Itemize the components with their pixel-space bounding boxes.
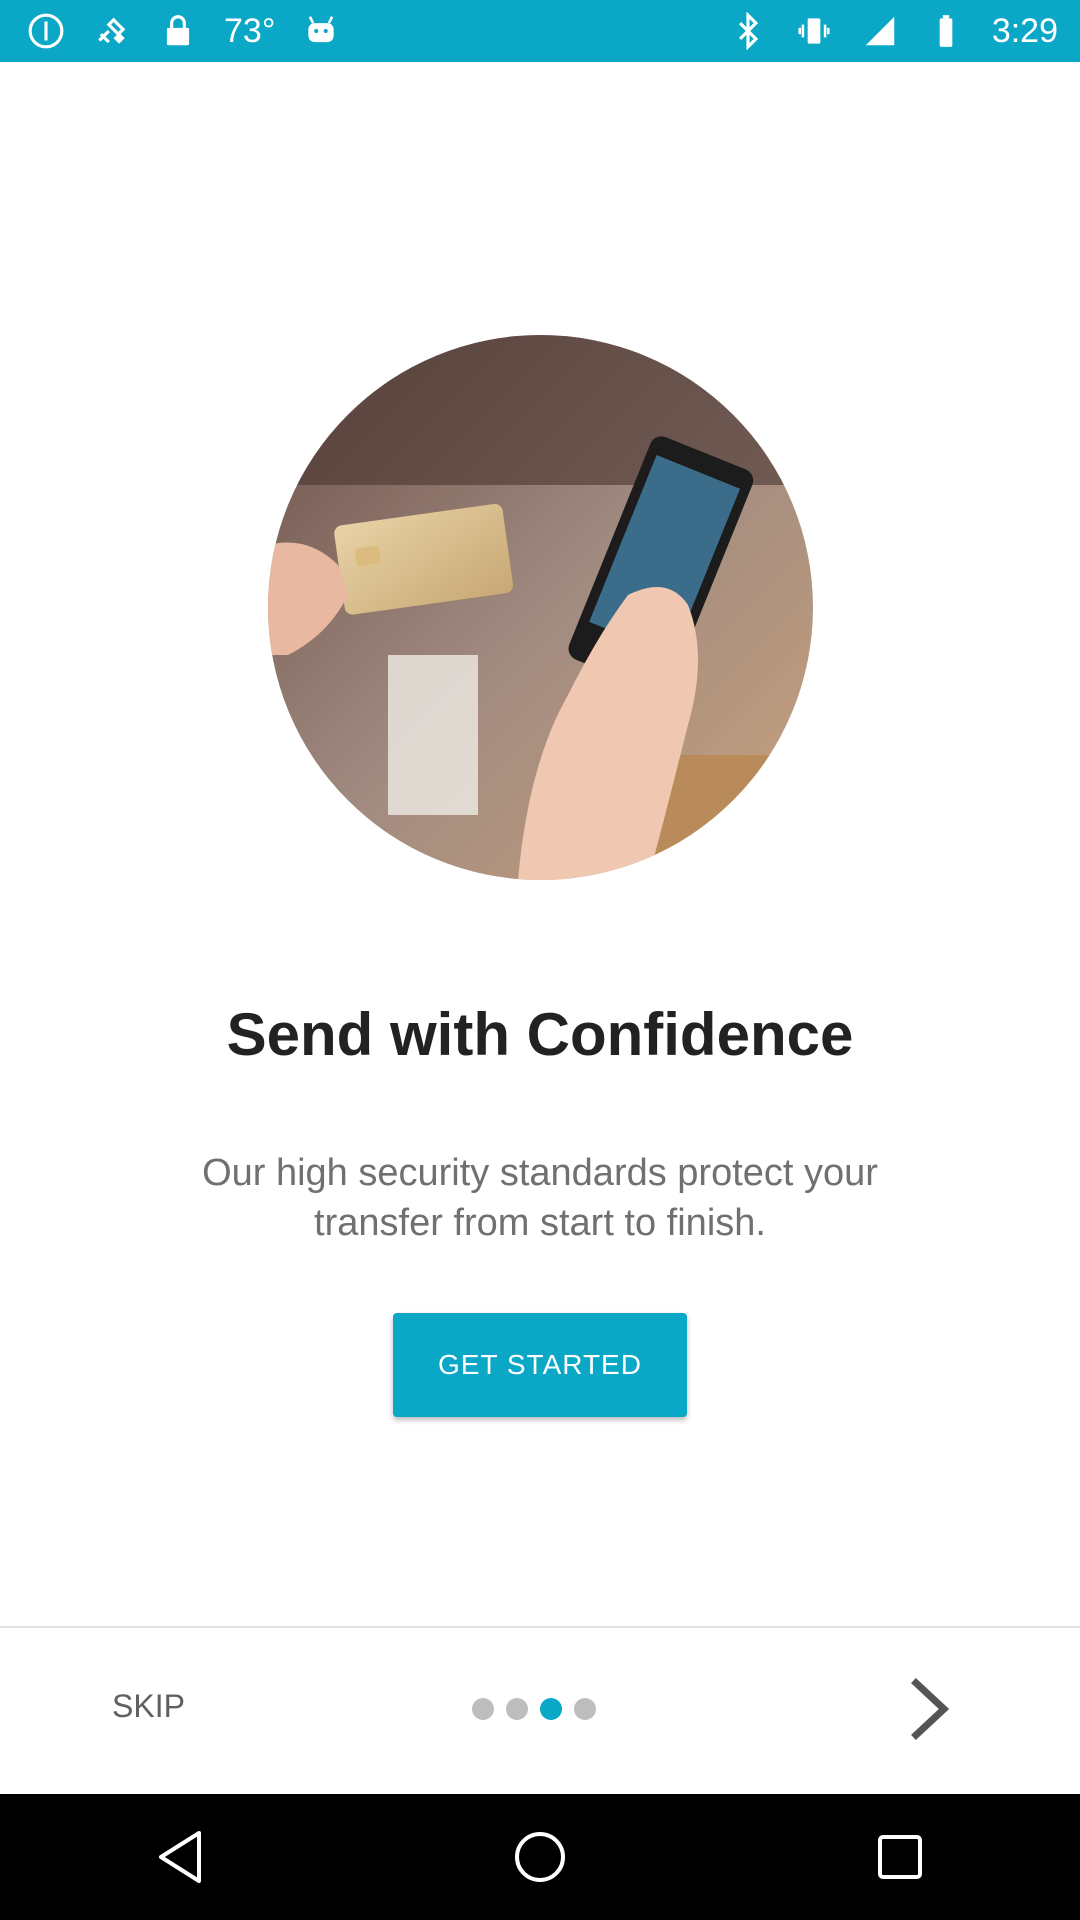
page-subtitle: Our high security standards protect your…: [202, 1152, 878, 1244]
page-dot-3[interactable]: [540, 1698, 562, 1720]
page-dot-4[interactable]: [574, 1698, 596, 1720]
signal-icon: [860, 11, 900, 51]
status-left: 73°: [26, 11, 341, 51]
chevron-right-icon: [908, 1677, 952, 1744]
status-bar: 73° 3:29: [0, 0, 1080, 62]
temperature-text: 73°: [224, 11, 276, 50]
page-dot-2[interactable]: [506, 1698, 528, 1720]
home-icon[interactable]: [500, 1817, 580, 1897]
info-icon: [26, 11, 66, 51]
clock-text: 3:29: [991, 11, 1058, 50]
lock-icon: [158, 11, 198, 51]
satellite-icon: [92, 11, 132, 51]
skip-button[interactable]: SKIP: [112, 1688, 185, 1725]
page-indicator: [472, 1698, 596, 1720]
battery-icon: [926, 11, 966, 51]
next-button[interactable]: [900, 1675, 960, 1745]
navigation-bar: [0, 1794, 1080, 1920]
page-title: Send with Confidence: [226, 1001, 854, 1068]
page-dot-1[interactable]: [472, 1698, 494, 1720]
vibrate-icon: [794, 11, 834, 51]
bluetooth-icon: [728, 11, 768, 51]
bottom-divider: [0, 1626, 1080, 1628]
back-icon[interactable]: [140, 1817, 220, 1897]
android-icon: [301, 11, 341, 51]
get-started-button[interactable]: GET STARTED: [393, 1313, 687, 1417]
recents-icon[interactable]: [860, 1817, 940, 1897]
hero-image: [268, 335, 813, 880]
status-right: 3:29: [728, 11, 1058, 51]
